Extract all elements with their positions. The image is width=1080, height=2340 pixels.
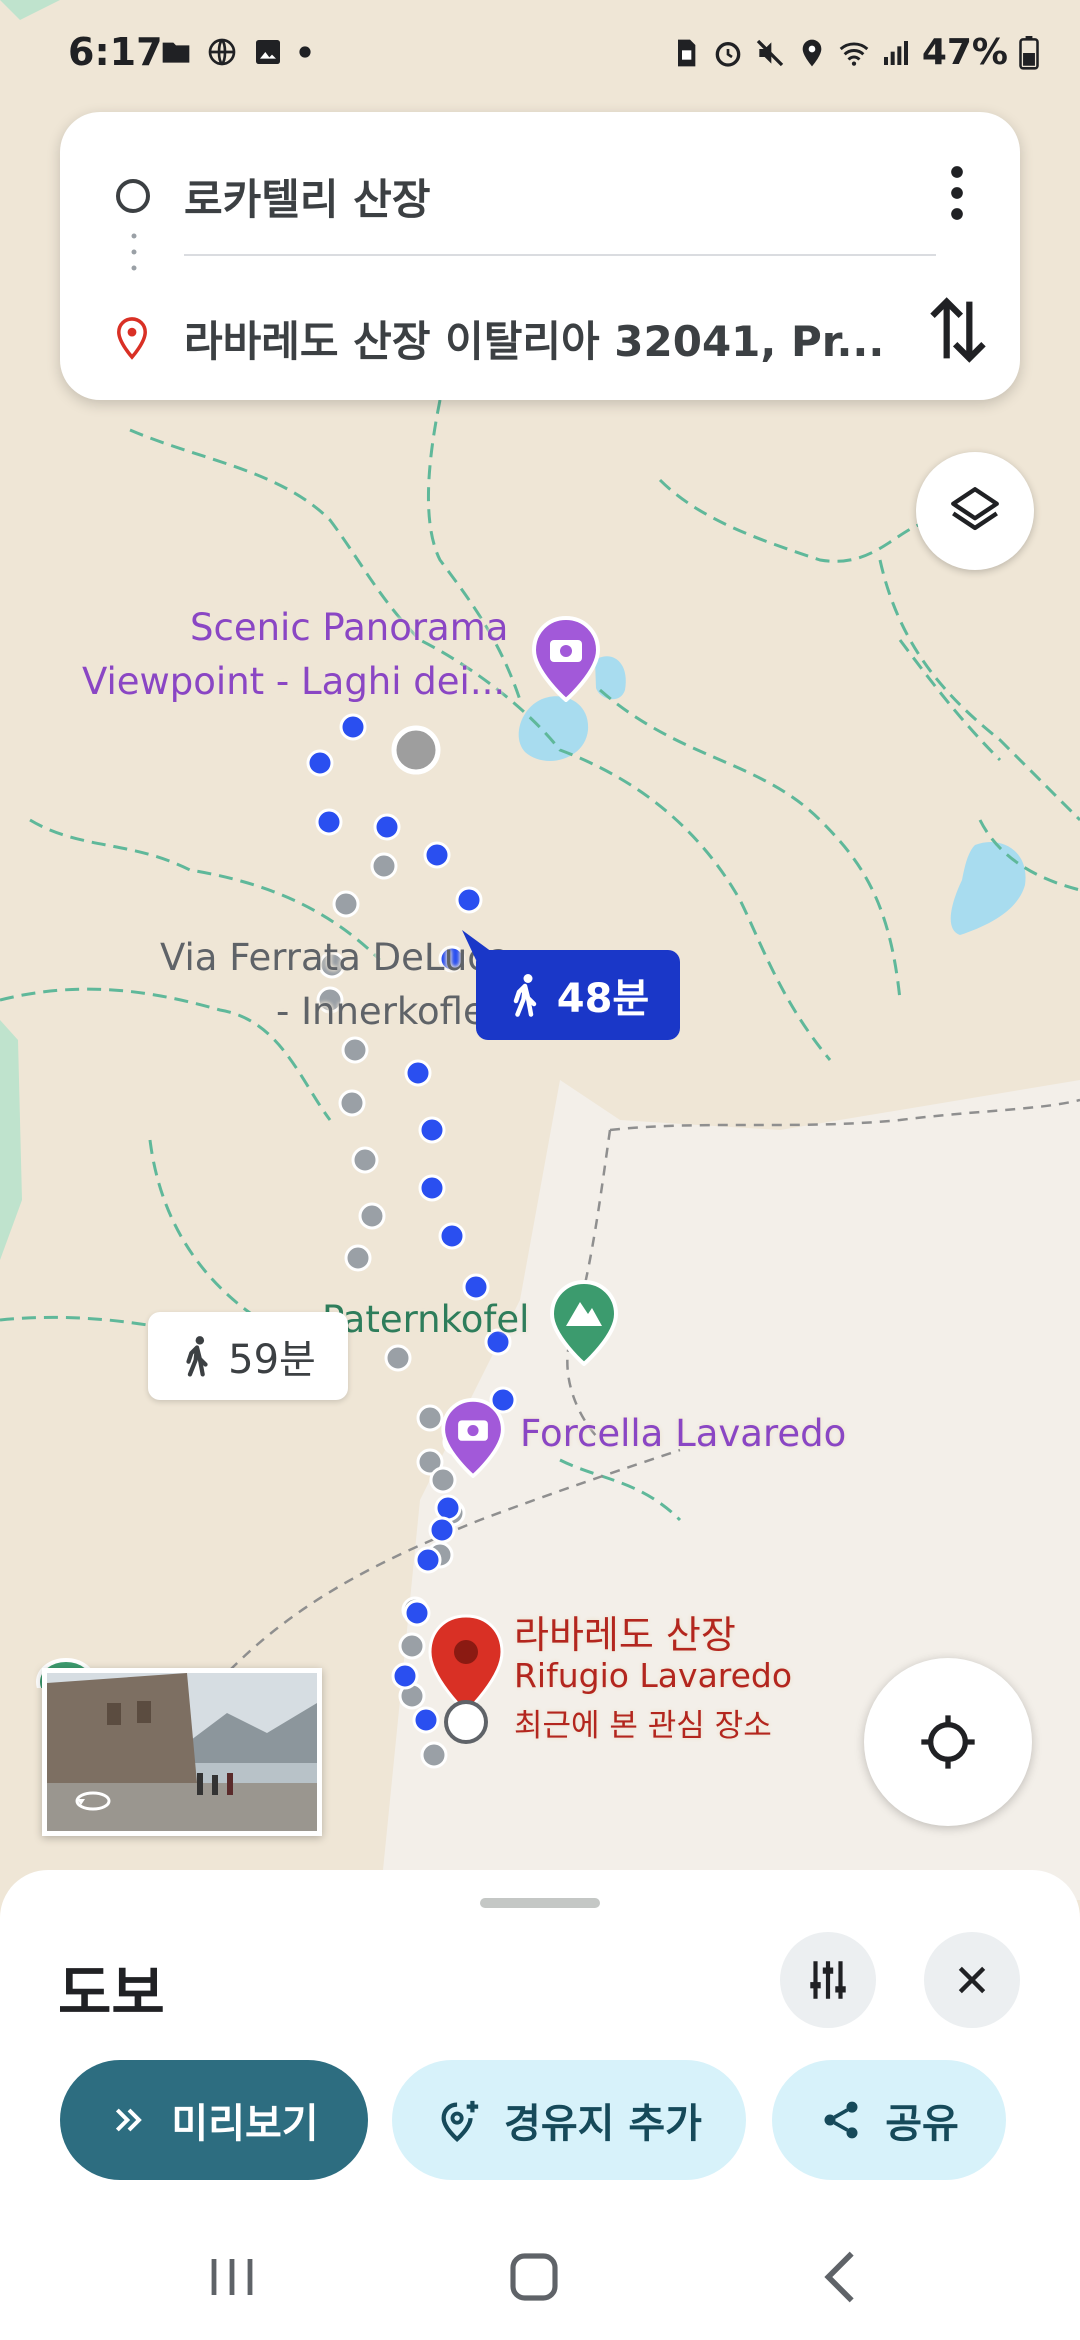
origin-field[interactable]: 로카텔리 산장 (184, 166, 924, 227)
my-location-button[interactable] (864, 1658, 1032, 1826)
layers-icon (951, 487, 999, 531)
add-location-icon (441, 2100, 479, 2142)
origin-row[interactable]: 로카텔리 산장 (60, 146, 1020, 246)
origin-circle-icon (116, 179, 150, 213)
more-options-button[interactable] (932, 158, 982, 228)
system-nav-bar (0, 2210, 1080, 2340)
paternkofel-label[interactable]: Paternkofel (322, 1298, 529, 1341)
back-icon (824, 2251, 854, 2303)
destination-marker-icon (117, 317, 147, 360)
recents-icon (211, 2259, 253, 2295)
walking-icon (186, 1336, 208, 1377)
ferrata-label-2[interactable]: - Innerkofler (276, 990, 501, 1033)
ferrata-label-1[interactable]: Via Ferrata DeLuca (160, 936, 510, 979)
route-options-button[interactable] (780, 1932, 876, 2028)
destination-pin-icon[interactable] (426, 1612, 506, 1752)
home-icon (510, 2253, 558, 2301)
travel-mode-title: 도보 (58, 1959, 165, 2027)
share-button[interactable]: 공유 (772, 2060, 1006, 2180)
battery-icon (1019, 35, 1039, 70)
add-waypoint-button[interactable]: 경유지 추가 (392, 2060, 746, 2180)
preview-label: 미리보기 (171, 2101, 319, 2147)
mute-icon (756, 39, 784, 66)
swap-vert-icon (930, 297, 986, 363)
scenic-viewpoint-label-1[interactable]: Scenic Panorama (190, 606, 508, 649)
card-divider (184, 254, 936, 256)
add-waypoint-label: 경유지 추가 (504, 2101, 702, 2147)
swap-route-button[interactable] (924, 290, 992, 370)
scenic-viewpoint-icon[interactable] (532, 616, 600, 702)
eta-chip-pointer (462, 930, 492, 960)
map-layers-button[interactable] (916, 452, 1034, 570)
globe-icon (208, 38, 236, 66)
destination-name-it[interactable]: Rifugio Lavaredo (514, 1656, 792, 1695)
image-icon (256, 40, 280, 64)
status-time: 6:17 (68, 30, 163, 74)
status-bar: 6:17 47% (0, 0, 1080, 110)
signal-icon (883, 40, 908, 65)
route-search-card: 로카텔리 산장 라바레도 산장 이탈리아 32041, Pr... (60, 112, 1020, 400)
location-icon (802, 39, 822, 66)
rotate-360-icon (75, 1791, 111, 1811)
folder-icon (162, 42, 190, 63)
mountain-peak-icon[interactable] (550, 1280, 618, 1366)
alarm-icon (715, 41, 741, 67)
origin-marker[interactable] (391, 725, 441, 775)
street-view-thumbnail[interactable] (42, 1668, 322, 1836)
wifi-icon (839, 41, 869, 66)
share-icon (824, 2101, 858, 2139)
battery-percent: 47% (921, 32, 1008, 73)
scenic-viewpoint-label-2[interactable]: Viewpoint - Laghi dei... (82, 660, 505, 703)
status-left-icons (160, 36, 312, 68)
sim-icon (677, 39, 696, 66)
close-button[interactable] (924, 1932, 1020, 2028)
route-primary-eta[interactable]: 48분 (476, 950, 680, 1040)
my-location-icon (921, 1715, 975, 1769)
share-label: 공유 (885, 2101, 959, 2147)
route-alternate-eta[interactable]: 59분 (148, 1312, 348, 1400)
route-alternate-time: 59분 (228, 1337, 316, 1383)
route-primary-time: 48분 (556, 976, 650, 1022)
close-icon (958, 1966, 986, 1994)
destination-name-ko[interactable]: 라바레도 산장 (514, 1604, 736, 1659)
tune-icon (810, 1961, 846, 1999)
destination-field[interactable]: 라바레도 산장 이탈리아 32041, Pr... (184, 308, 924, 369)
double-chevron-right-icon (116, 2108, 143, 2132)
dot-icon (299, 46, 311, 58)
destination-row[interactable]: 라바레도 산장 이탈리아 32041, Pr... (60, 288, 1020, 388)
status-right-icons: 47% (670, 32, 1040, 73)
forcella-camera-icon[interactable] (440, 1398, 506, 1478)
home-button[interactable] (494, 2242, 574, 2312)
recent-apps-button[interactable] (192, 2242, 272, 2312)
forcella-label[interactable]: Forcella Lavaredo (520, 1412, 846, 1455)
back-button[interactable] (800, 2242, 880, 2312)
more-vert-icon (951, 166, 963, 220)
preview-button[interactable]: 미리보기 (60, 2060, 368, 2180)
walking-icon (513, 974, 537, 1017)
sheet-drag-handle[interactable] (480, 1898, 600, 1908)
route-connector-dots (131, 233, 137, 271)
destination-recent-label: 최근에 본 관심 장소 (514, 1708, 772, 1744)
